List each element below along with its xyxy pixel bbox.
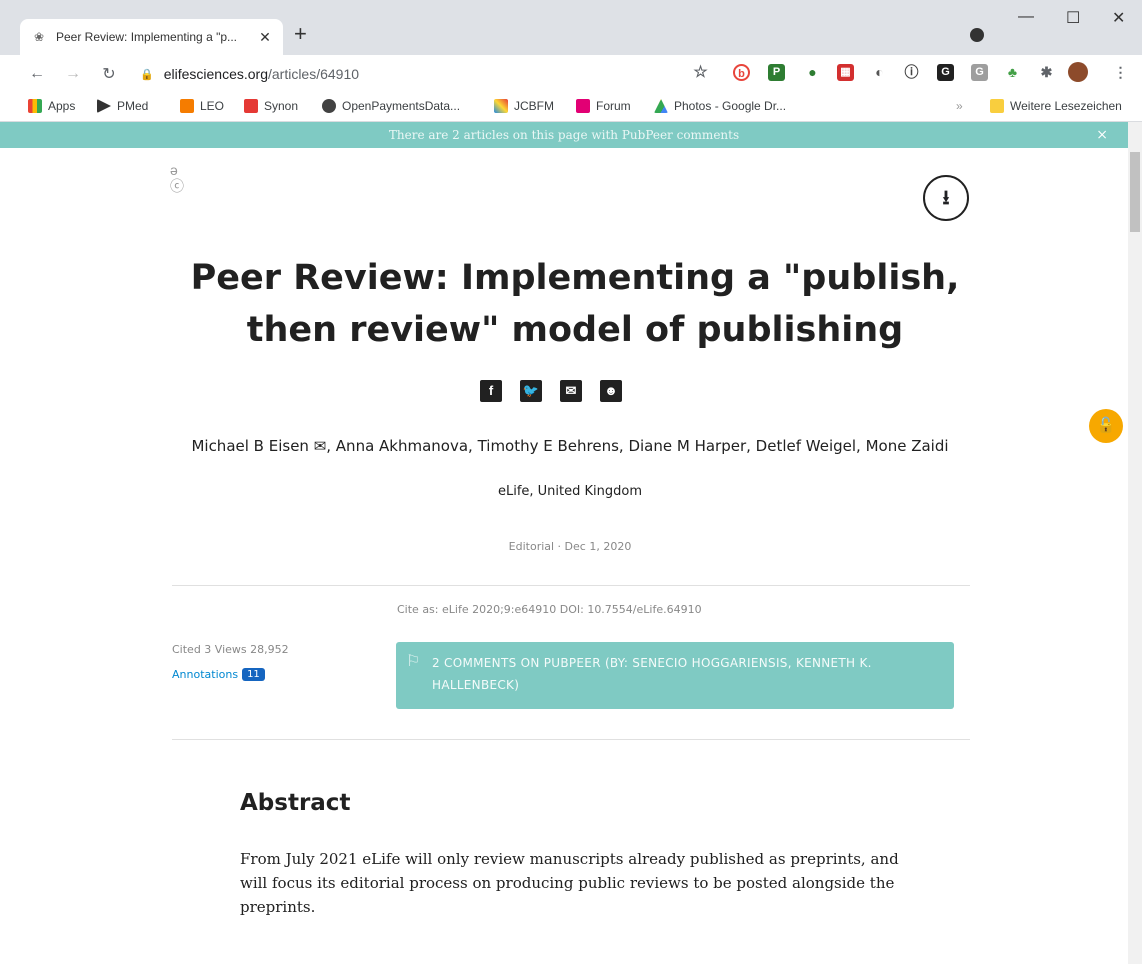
- bookmark-pmed[interactable]: PMed: [97, 99, 148, 113]
- browser-tab[interactable]: ❀ Peer Review: Implementing a "p... ✕: [20, 19, 283, 55]
- bookmarks-overflow-button[interactable]: »: [956, 99, 963, 113]
- tab-title: Peer Review: Implementing a "p...: [56, 30, 238, 44]
- extension-icon[interactable]: ▦: [837, 64, 854, 81]
- bookmark-apps[interactable]: Apps: [28, 99, 75, 113]
- url-domain: elifesciences.org: [163, 66, 268, 82]
- reddit-icon[interactable]: ☻: [600, 380, 622, 402]
- maximize-button[interactable]: ☐: [1066, 8, 1080, 28]
- annotations-label: Annotations: [172, 668, 239, 681]
- globe-icon: [322, 99, 336, 113]
- telekom-icon: [576, 99, 590, 113]
- lock-icon: 🔒: [140, 68, 154, 81]
- pubpeer-comments-text: 2 COMMENTS ON PUBPEER (BY: SENECIO HOGGA…: [432, 656, 872, 692]
- article-stats: Cited 3 Views 28,952: [172, 643, 289, 656]
- pubpeer-banner[interactable]: There are 2 articles on this page with P…: [0, 122, 1128, 148]
- share-buttons: f 🐦 ✉ ☻: [480, 380, 622, 402]
- avatar[interactable]: [1068, 62, 1088, 82]
- tab-close-icon[interactable]: ✕: [257, 29, 273, 46]
- abstract-heading: Abstract: [240, 790, 351, 816]
- bookmarks-bar: Apps PMed LEO Synon OpenPaymentsData... …: [0, 92, 1142, 122]
- download-button[interactable]: ⭳: [923, 175, 969, 221]
- bookmark-leo[interactable]: LEO: [180, 99, 224, 113]
- pubpeer-banner-close-button[interactable]: ×: [1096, 122, 1108, 148]
- pmed-icon: [97, 99, 111, 113]
- extension-icon[interactable]: ◐: [871, 64, 888, 81]
- extension-icon[interactable]: P: [768, 64, 785, 81]
- menu-icon[interactable]: ⋮: [1112, 64, 1129, 81]
- browser-titlebar: ❀ Peer Review: Implementing a "p... ✕ + …: [0, 0, 1142, 55]
- bookmark-openpayments[interactable]: OpenPaymentsData...: [322, 99, 460, 113]
- twitter-icon[interactable]: 🐦: [520, 380, 542, 402]
- bookmark-jcbfm[interactable]: JCBFM: [494, 99, 554, 113]
- site-favicon-icon: ❀: [33, 30, 45, 44]
- address-bar[interactable]: 🔒 elifesciences.org/articles/64910: [140, 60, 680, 88]
- folder-icon: [990, 99, 1004, 113]
- apps-icon: [28, 99, 42, 113]
- annotations-count-badge: 11: [242, 668, 265, 681]
- bookmark-forum[interactable]: Forum: [576, 99, 631, 113]
- reload-icon[interactable]: ↻: [96, 64, 122, 84]
- divider: [172, 739, 970, 740]
- page-scrollbar[interactable]: [1128, 122, 1142, 964]
- author-list[interactable]: Michael B Eisen ✉, Anna Akhmanova, Timot…: [170, 434, 970, 458]
- close-window-button[interactable]: ✕: [1112, 8, 1125, 28]
- pubpeer-flag-icon: ⚐: [406, 651, 421, 670]
- synon-icon: [244, 99, 258, 113]
- pubpeer-comments-box[interactable]: ⚐ 2 COMMENTS ON PUBPEER (BY: SENECIO HOG…: [396, 642, 954, 709]
- back-arrow-icon[interactable]: ←: [24, 65, 50, 83]
- bookmark-synon[interactable]: Synon: [244, 99, 298, 113]
- extension-icon[interactable]: G: [937, 64, 954, 81]
- page-viewport: There are 2 articles on this page with P…: [0, 122, 1128, 964]
- abstract-text: From July 2021 eLife will only review ma…: [240, 850, 899, 916]
- divider: [172, 585, 970, 586]
- annotations-link[interactable]: Annotations 11: [172, 668, 265, 681]
- puzzle-icon[interactable]: ✱: [1038, 64, 1055, 81]
- extension-icon[interactable]: b: [733, 64, 750, 81]
- url-path: /articles/64910: [267, 66, 360, 82]
- download-icon: ⭳: [942, 187, 950, 209]
- other-bookmarks[interactable]: Weitere Lesezeichen: [990, 99, 1122, 113]
- pubpeer-banner-text: There are 2 articles on this page with P…: [388, 128, 740, 142]
- extension-icon[interactable]: ⓘ: [903, 64, 920, 81]
- evernote-icon[interactable]: ♣: [1004, 64, 1021, 81]
- article-meta: Editorial · Dec 1, 2020: [508, 540, 632, 553]
- affiliation: eLife, United Kingdom: [497, 484, 643, 499]
- bookmark-photos[interactable]: Photos - Google Dr...: [654, 99, 786, 113]
- facebook-icon[interactable]: f: [480, 380, 502, 402]
- extension-shield-icon[interactable]: ●: [804, 64, 821, 81]
- citation-line: Cite as: eLife 2020;9:e64910 DOI: 10.755…: [397, 603, 702, 616]
- profile-icon[interactable]: [970, 28, 984, 42]
- google-drive-icon: [654, 99, 668, 113]
- article-title: Peer Review: Implementing a "publish, th…: [190, 258, 960, 350]
- unlock-icon[interactable]: 🔓: [1089, 409, 1123, 443]
- jcbfm-icon: [494, 99, 508, 113]
- browser-toolbar: ← → ↻ 🔒 elifesciences.org/articles/64910…: [0, 55, 1142, 92]
- bookmark-star-icon[interactable]: ☆: [692, 64, 709, 81]
- leo-icon: [180, 99, 194, 113]
- open-access-icon: ə ⓒ: [170, 162, 184, 194]
- email-icon[interactable]: ✉: [560, 380, 582, 402]
- new-tab-button[interactable]: +: [294, 22, 307, 46]
- extension-icon[interactable]: G: [971, 64, 988, 81]
- scrollbar-thumb[interactable]: [1130, 152, 1140, 232]
- minimize-button[interactable]: —: [1018, 8, 1034, 26]
- forward-arrow-icon[interactable]: →: [60, 65, 86, 83]
